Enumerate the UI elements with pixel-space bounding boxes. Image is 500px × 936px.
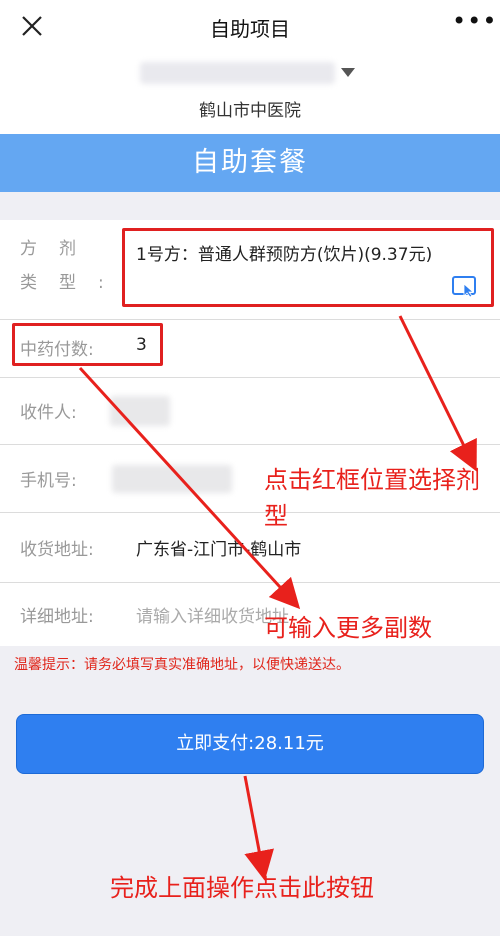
annotation-finish: 完成上面操作点击此按钮 — [110, 874, 374, 902]
annotation-more-doses: 可输入更多副数 — [264, 614, 432, 642]
phone-label: 手机号: — [20, 471, 77, 491]
dose-highlight-box — [12, 323, 163, 366]
recipient-row[interactable]: 收件人: — [0, 378, 500, 445]
more-icon[interactable]: ••• — [452, 9, 496, 39]
hospital-name: 鹤山市中医院 — [199, 101, 301, 121]
title-bar: 自助项目 ••• — [0, 0, 500, 52]
page-title: 自助项目 — [210, 17, 290, 41]
address-tip: 温馨提示：请务必填写真实准确地址，以便快递送达。 — [14, 657, 350, 673]
blurred-account-name — [140, 62, 335, 84]
annotation-select-type: 点击红框位置选择剂型 — [264, 466, 480, 530]
pay-button[interactable]: 立即支付:28.11元 — [16, 714, 484, 774]
blurred-recipient-name[interactable] — [110, 396, 170, 426]
hospital-selector[interactable]: 鹤山市中医院 — [0, 52, 500, 134]
detail-address-label: 详细地址: — [20, 607, 94, 627]
region-label: 收货地址: — [20, 540, 94, 560]
region-value[interactable]: 广东省-江门市-鹤山市 — [136, 535, 301, 560]
recipient-label: 收件人: — [20, 403, 77, 423]
package-banner: 自助套餐 — [0, 134, 500, 192]
arrow-to-button — [243, 775, 274, 881]
dropdown-caret-icon[interactable] — [341, 68, 355, 77]
blurred-phone-number[interactable] — [112, 465, 232, 493]
prescription-type-label: 方剂类型: — [20, 239, 126, 293]
prescription-highlight-box — [122, 228, 494, 307]
